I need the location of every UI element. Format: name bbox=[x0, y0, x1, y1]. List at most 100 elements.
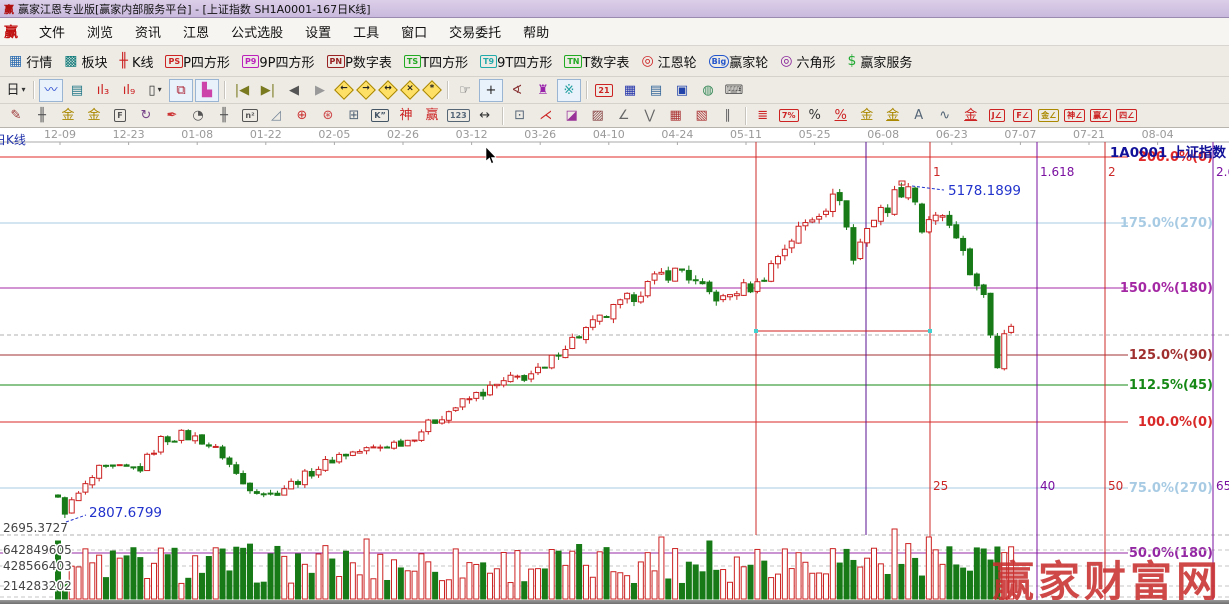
si-angle-button[interactable]: 四∠ bbox=[1115, 104, 1139, 127]
percent-button[interactable]: % bbox=[803, 104, 827, 127]
gann-shape-tool-button[interactable]: ♜ bbox=[531, 79, 555, 102]
ying-grid-button[interactable]: 赢 bbox=[420, 104, 444, 127]
web-export-button[interactable]: ◍ bbox=[696, 79, 720, 102]
gold-underline-button[interactable]: 金 bbox=[959, 104, 983, 127]
sectors-button[interactable]: ▩板块 bbox=[59, 49, 112, 73]
fan-web-button[interactable]: ▨ bbox=[586, 104, 610, 127]
print-pc-button[interactable]: ⌨ bbox=[722, 79, 746, 102]
t-square-button[interactable]: TST四方形 bbox=[399, 49, 473, 73]
gold-grid-button[interactable]: 金 bbox=[56, 104, 80, 127]
save-button[interactable]: ▣ bbox=[670, 79, 694, 102]
go-first-button[interactable]: |◀ bbox=[230, 79, 254, 102]
diamond-fit-button[interactable]: * bbox=[422, 80, 442, 100]
bars-3-button[interactable]: ıl₃ bbox=[91, 79, 115, 102]
spiral-button[interactable]: ↻ bbox=[134, 104, 158, 127]
color-histogram-button[interactable]: ▙ bbox=[195, 79, 219, 102]
calendar-button[interactable]: 21 bbox=[592, 79, 616, 102]
star-web-icon: ⊛ bbox=[323, 109, 334, 122]
menu-item-news[interactable]: 资讯 bbox=[124, 26, 172, 41]
candle bbox=[570, 337, 575, 348]
ruler-123-button[interactable]: 123 bbox=[446, 104, 471, 127]
mouse-cursor bbox=[486, 147, 496, 164]
go-prev-button[interactable]: ◀ bbox=[282, 79, 306, 102]
parallel-lines-button[interactable]: ∥ bbox=[716, 104, 740, 127]
menu-item-gann[interactable]: 江恩 bbox=[172, 26, 220, 41]
compass-45-button[interactable]: ◔ bbox=[186, 104, 210, 127]
period-day-button[interactable]: 日 bbox=[4, 79, 28, 102]
circle-cross-button[interactable]: ⊕ bbox=[290, 104, 314, 127]
menu-item-browse[interactable]: 浏览 bbox=[76, 26, 124, 41]
bars-9-button[interactable]: ıl₉ bbox=[117, 79, 141, 102]
kline-chart-svg[interactable]: 12-0912-2301-0801-2202-0502-2603-1203-26… bbox=[0, 128, 1229, 600]
angle-mirror-button[interactable]: ◿ bbox=[264, 104, 288, 127]
pattern-tool-button[interactable]: ⧉ bbox=[169, 79, 193, 102]
grid-dense-button[interactable]: ▦ bbox=[664, 104, 688, 127]
shen-grid-button[interactable]: 神 bbox=[394, 104, 418, 127]
candle bbox=[460, 399, 465, 407]
hand-drag-button[interactable]: ☞ bbox=[453, 79, 477, 102]
winner-wheel-button[interactable]: Big赢家轮 bbox=[704, 49, 774, 73]
menu-item-trade-entrust[interactable]: 交易委托 bbox=[438, 26, 512, 41]
angle-measure-button[interactable]: ∢ bbox=[505, 79, 529, 102]
gold-circle-button[interactable]: 金 bbox=[855, 104, 879, 127]
t-number-table-button[interactable]: TNT数字表 bbox=[559, 49, 634, 73]
angle-lines-button[interactable]: ∠ bbox=[612, 104, 636, 127]
wave-tool-button[interactable]: ※ bbox=[557, 79, 581, 102]
candle-style-button[interactable]: ▯ bbox=[143, 79, 167, 102]
menu-item-help[interactable]: 帮助 bbox=[512, 26, 560, 41]
menu-item-tools[interactable]: 工具 bbox=[342, 26, 390, 41]
ying-angle-button[interactable]: 赢∠ bbox=[1089, 104, 1113, 127]
fan-square-button[interactable]: ◪ bbox=[560, 104, 584, 127]
pen-ruler-button[interactable]: ✒ bbox=[160, 104, 184, 127]
p-number-table-button[interactable]: PNP数字表 bbox=[322, 49, 397, 73]
gann-wheel-button[interactable]: ◎江恩轮 bbox=[636, 49, 701, 73]
p-square-button[interactable]: PSP四方形 bbox=[160, 49, 234, 73]
f10-info-button[interactable]: ▤ bbox=[65, 79, 89, 102]
crosshair-button[interactable]: + bbox=[479, 79, 503, 102]
grid-arrow-button[interactable]: ▧ bbox=[690, 104, 714, 127]
gold-line-button[interactable]: 金 bbox=[881, 104, 905, 127]
ink-brush-button[interactable]: A bbox=[907, 104, 931, 127]
gold-angle-button[interactable]: 金∠ bbox=[1037, 104, 1061, 127]
v-lines-button[interactable]: ⋁ bbox=[638, 104, 662, 127]
9t-square-button[interactable]: T99T四方形 bbox=[475, 49, 557, 73]
f-angle-button[interactable]: F∠ bbox=[1011, 104, 1035, 127]
quotes-button[interactable]: ▦行情 bbox=[4, 49, 57, 73]
trend-sketch-button[interactable]: 〰 bbox=[39, 79, 63, 102]
diamond-compress-button[interactable]: × bbox=[400, 80, 420, 100]
box-corner-button[interactable]: ⊡ bbox=[508, 104, 532, 127]
n-squared-button[interactable]: n² bbox=[238, 104, 262, 127]
diamond-scroll-left-button[interactable]: ← bbox=[334, 80, 354, 100]
measure-h-button[interactable]: ↔ bbox=[473, 104, 497, 127]
star-web-button[interactable]: ⊛ bbox=[316, 104, 340, 127]
hexagon-button[interactable]: ◎六角形 bbox=[775, 49, 840, 73]
level-bars-button[interactable]: ≣ bbox=[751, 104, 775, 127]
f-grid-button[interactable]: F bbox=[108, 104, 132, 127]
t-percent-button[interactable]: 7% bbox=[777, 104, 801, 127]
gann-fan-button[interactable]: ⋌ bbox=[534, 104, 558, 127]
menu-item-formula-picker[interactable]: 公式选股 bbox=[220, 26, 294, 41]
kline-button[interactable]: ╫K线 bbox=[115, 49, 159, 73]
go-last-button[interactable]: ▶| bbox=[256, 79, 280, 102]
menu-item-window[interactable]: 窗口 bbox=[390, 26, 438, 41]
square-web-button[interactable]: ⊞ bbox=[342, 104, 366, 127]
j-angle-button[interactable]: J∠ bbox=[985, 104, 1009, 127]
menu-item-file[interactable]: 文件 bbox=[28, 26, 76, 41]
calculator-button[interactable]: ▦ bbox=[618, 79, 642, 102]
shen-angle-button[interactable]: 神∠ bbox=[1063, 104, 1087, 127]
menu-item-settings[interactable]: 设置 bbox=[294, 26, 342, 41]
chart-area[interactable]: 12-0912-2301-0801-2202-0502-2603-1203-26… bbox=[0, 128, 1229, 600]
winner-service-button[interactable]: $赢家服务 bbox=[843, 49, 918, 73]
k-quote-button[interactable]: K” bbox=[368, 104, 392, 127]
gann-grid-button[interactable]: ╫ bbox=[30, 104, 54, 127]
pen-knife-button[interactable]: ✎ bbox=[4, 104, 28, 127]
9p-square-button[interactable]: P99P四方形 bbox=[237, 49, 320, 73]
diamond-scroll-right-button[interactable]: → bbox=[356, 80, 376, 100]
wave-a-button[interactable]: ∿ bbox=[933, 104, 957, 127]
gold-grid-2-button[interactable]: 金 bbox=[82, 104, 106, 127]
diamond-expand-button[interactable]: ↔ bbox=[378, 80, 398, 100]
percent-line-button[interactable]: % bbox=[829, 104, 853, 127]
tick-grid-button[interactable]: ╫ bbox=[212, 104, 236, 127]
memo-button[interactable]: ▤ bbox=[644, 79, 668, 102]
go-next-button[interactable]: ▶ bbox=[308, 79, 332, 102]
